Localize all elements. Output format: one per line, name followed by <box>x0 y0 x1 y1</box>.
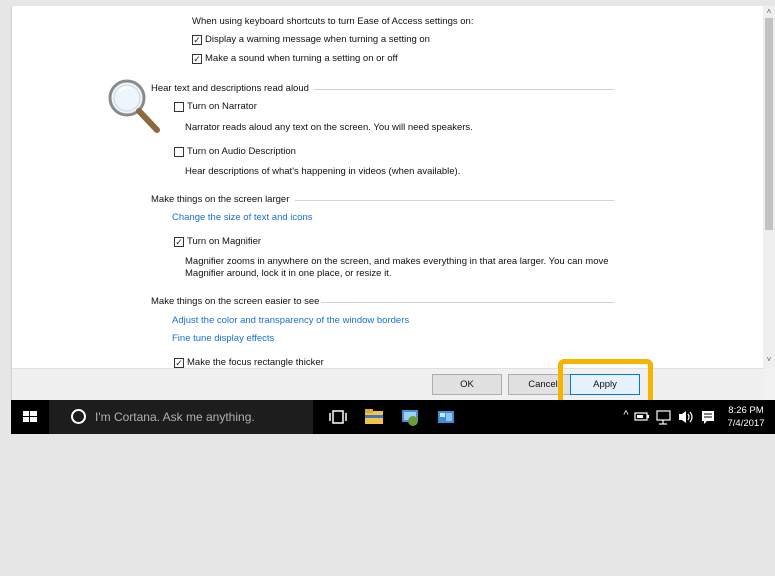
warning-message-checkbox[interactable]: ✓ <box>192 35 202 45</box>
audio-description-checkbox[interactable] <box>174 147 184 157</box>
action-center-icon[interactable] <box>697 400 719 434</box>
section-heading-read-aloud: Hear text and descriptions read aloud <box>151 83 309 94</box>
adjust-color-link[interactable]: Adjust the color and transparency of the… <box>172 315 409 327</box>
magnifier-description: Magnifier zooms in anywhere on the scree… <box>185 256 609 267</box>
screenshot-frame: When using keyboard shortcuts to turn Ea… <box>0 0 775 576</box>
volume-icon[interactable] <box>675 400 697 434</box>
task-view-icon[interactable] <box>321 400 355 434</box>
narrator-label[interactable]: Turn on Narrator <box>187 101 257 113</box>
focus-rectangle-checkbox[interactable]: ✓ <box>174 358 184 368</box>
apply-highlight-annotation <box>558 359 653 405</box>
windows-logo-icon <box>23 411 37 422</box>
sound-checkbox[interactable]: ✓ <box>192 54 202 64</box>
audio-description-label[interactable]: Turn on Audio Description <box>187 146 296 158</box>
vertical-scrollbar[interactable]: ˄ ˅ <box>763 6 775 368</box>
file-explorer-icon[interactable] <box>357 400 391 434</box>
magnifier-checkbox[interactable]: ✓ <box>174 237 184 247</box>
focus-rectangle-label[interactable]: Make the focus rectangle thicker <box>187 357 324 368</box>
cortana-search-text[interactable]: I'm Cortana. Ask me anything. <box>95 410 255 424</box>
clock-date: 7/4/2017 <box>727 418 765 429</box>
keyboard-shortcuts-heading: When using keyboard shortcuts to turn Ea… <box>192 16 474 27</box>
taskbar-clock[interactable]: 8:26 PM 7/4/2017 <box>721 404 771 430</box>
ok-button[interactable]: OK <box>432 374 502 395</box>
magnifier-description: Magnifier around, lock it in one place, … <box>185 268 392 279</box>
start-button[interactable] <box>11 400 49 434</box>
section-divider <box>314 89 614 90</box>
network-icon[interactable] <box>653 400 675 434</box>
narrator-description: Narrator reads aloud any text on the scr… <box>185 122 473 133</box>
scroll-up-icon[interactable]: ˄ <box>763 6 775 18</box>
section-heading-larger: Make things on the screen larger <box>151 194 290 205</box>
scroll-down-icon[interactable]: ˅ <box>763 354 775 366</box>
app-icon[interactable] <box>429 400 463 434</box>
ease-of-access-window: When using keyboard shortcuts to turn Ea… <box>11 6 775 400</box>
section-divider <box>321 302 614 303</box>
settings-content: When using keyboard shortcuts to turn Ea… <box>12 6 764 368</box>
section-heading-easier: Make things on the screen easier to see <box>151 296 320 307</box>
control-panel-icon[interactable] <box>393 400 427 434</box>
sound-label[interactable]: Make a sound when turning a setting on o… <box>205 53 398 65</box>
scrollbar-thumb[interactable] <box>765 18 773 230</box>
section-divider <box>295 200 614 201</box>
cortana-search-box[interactable]: I'm Cortana. Ask me anything. <box>49 400 313 434</box>
cortana-icon <box>71 409 86 424</box>
clock-time: 8:26 PM <box>728 405 764 416</box>
magnifier-label[interactable]: Turn on Magnifier <box>187 236 261 248</box>
taskbar: I'm Cortana. Ask me anything. ^ 8:26 PM … <box>11 400 775 434</box>
narrator-checkbox[interactable] <box>174 102 184 112</box>
audio-description-desc: Hear descriptions of what's happening in… <box>185 166 461 177</box>
warning-message-label[interactable]: Display a warning message when turning a… <box>205 34 430 46</box>
battery-icon[interactable] <box>631 400 653 434</box>
change-size-link[interactable]: Change the size of text and icons <box>172 212 312 224</box>
fine-tune-link[interactable]: Fine tune display effects <box>172 333 274 345</box>
